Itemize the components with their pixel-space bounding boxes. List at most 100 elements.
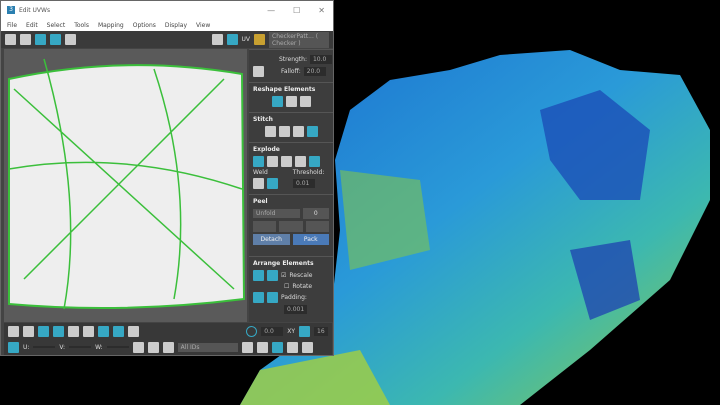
- shrink-select-icon[interactable]: [83, 325, 94, 337]
- rescale-label: Rescale: [289, 272, 313, 279]
- stitch-target-icon[interactable]: [306, 126, 318, 137]
- angle-field[interactable]: 0.0: [261, 326, 284, 336]
- peel-mode-icon[interactable]: [279, 221, 303, 232]
- strength-label: Strength:: [279, 56, 307, 63]
- menu-select[interactable]: Select: [47, 22, 66, 29]
- xy-toggle[interactable]: XY: [287, 328, 295, 335]
- flatten-by-material-icon[interactable]: [281, 156, 292, 167]
- grid-icon[interactable]: [211, 34, 223, 45]
- absolute-offset-icon[interactable]: [8, 341, 19, 353]
- freeze-icon[interactable]: [162, 341, 174, 353]
- falloff-field[interactable]: 20.0: [303, 67, 326, 76]
- material-ids-dropdown[interactable]: All IDs: [177, 342, 238, 352]
- rescale-checkbox[interactable]: ☑: [281, 272, 286, 279]
- flatten-icon[interactable]: [309, 156, 320, 167]
- u-field[interactable]: [33, 346, 56, 348]
- window-title: Edit UVWs: [19, 6, 51, 14]
- zoom-icon[interactable]: [256, 341, 268, 353]
- zoom-extents-icon[interactable]: [286, 341, 298, 353]
- maximize-button[interactable]: ☐: [293, 6, 300, 15]
- texture-icon[interactable]: [254, 34, 265, 45]
- reset-peel-button[interactable]: 0: [302, 208, 329, 219]
- ring-icon[interactable]: [113, 325, 124, 337]
- texture-dropdown[interactable]: CheckerPatt... ( Checker ): [269, 31, 329, 48]
- reset-view-icon[interactable]: [301, 341, 313, 353]
- u-label: U:: [23, 343, 30, 351]
- padding-field[interactable]: 0.001: [284, 305, 308, 314]
- relax-by-polygon-icon[interactable]: [299, 96, 311, 107]
- w-label: W:: [95, 343, 103, 351]
- grid-field[interactable]: 16: [314, 326, 328, 336]
- menu-view[interactable]: View: [196, 22, 210, 29]
- v-field[interactable]: [69, 346, 92, 348]
- edit-uvws-window: 3 Edit UVWs — ☐ ✕ File Edit Select Tools M…: [0, 0, 334, 356]
- menu-options[interactable]: Options: [133, 22, 156, 29]
- scale-icon[interactable]: [35, 34, 46, 45]
- close-button[interactable]: ✕: [318, 6, 325, 15]
- app-logo: 3: [7, 6, 15, 14]
- threshold-field[interactable]: 0.01: [293, 179, 315, 188]
- detach-button[interactable]: Detach: [253, 234, 290, 245]
- move-icon[interactable]: [5, 34, 16, 45]
- explode-heading[interactable]: Explode: [253, 146, 329, 153]
- bottom-toolbar-1: 0.0 XY 16: [4, 323, 332, 339]
- stitch-average-icon[interactable]: [292, 126, 304, 137]
- mirror-icon[interactable]: [65, 34, 76, 45]
- menu-file[interactable]: File: [7, 22, 17, 29]
- brush-icon[interactable]: [253, 66, 264, 77]
- menu-edit[interactable]: Edit: [26, 22, 38, 29]
- uv-label[interactable]: UV: [242, 36, 251, 43]
- weld-all-icon[interactable]: [267, 178, 278, 189]
- v-label: V:: [59, 343, 66, 351]
- straighten-icon[interactable]: [271, 96, 283, 107]
- w-field[interactable]: [106, 346, 129, 348]
- arrange-elements-heading[interactable]: Arrange Elements: [253, 260, 329, 267]
- pack-together-icon[interactable]: [253, 292, 264, 303]
- rotate-checkbox[interactable]: ☐: [284, 283, 289, 290]
- group-icon[interactable]: [267, 292, 278, 303]
- peel-heading[interactable]: Peel: [253, 198, 329, 205]
- element-mode-icon[interactable]: [53, 325, 64, 337]
- weld-selected-icon[interactable]: [253, 178, 264, 189]
- stitch-custom-icon[interactable]: [264, 126, 276, 137]
- uv-editor-viewport[interactable]: [4, 49, 247, 322]
- minimize-button[interactable]: —: [267, 6, 275, 15]
- checker-icon[interactable]: [226, 34, 238, 45]
- pelt-icon[interactable]: [305, 221, 329, 232]
- menu-display[interactable]: Display: [165, 22, 187, 29]
- menu-tools[interactable]: Tools: [74, 22, 89, 29]
- lock-icon[interactable]: [132, 341, 144, 353]
- polygon-mode-icon[interactable]: [38, 325, 49, 337]
- flatten-by-polygon-icon[interactable]: [295, 156, 306, 167]
- strength-field[interactable]: 10.0: [309, 55, 332, 64]
- side-panel: Strength: 10.0 Falloff: 20.0 Reshape Eleme…: [249, 49, 333, 322]
- quick-peel-icon[interactable]: [253, 221, 277, 232]
- weld-label: Weld: [253, 169, 268, 176]
- padding-label: Padding:: [281, 294, 307, 301]
- stitch-heading[interactable]: Stitch: [253, 116, 329, 123]
- top-toolbar: UV CheckerPatt... ( Checker ): [1, 31, 333, 48]
- bottom-toolbar-2: U: V: W: All IDs: [4, 339, 332, 355]
- pan-icon[interactable]: [241, 341, 253, 353]
- loop-icon[interactable]: [98, 325, 109, 337]
- zoom-region-icon[interactable]: [271, 341, 283, 353]
- paint-select-icon[interactable]: [128, 325, 139, 337]
- hide-icon[interactable]: [147, 341, 159, 353]
- break-icon[interactable]: [253, 156, 264, 167]
- grow-select-icon[interactable]: [68, 325, 79, 337]
- flatten-by-smoothing-icon[interactable]: [267, 156, 278, 167]
- unfold-dropdown[interactable]: Unfold: [253, 209, 300, 218]
- pack-button[interactable]: Pack: [292, 234, 329, 245]
- pack-custom-icon[interactable]: [267, 270, 278, 281]
- stitch-source-icon[interactable]: [278, 126, 290, 137]
- relax-icon[interactable]: [285, 96, 297, 107]
- freeform-icon[interactable]: [50, 34, 61, 45]
- reshape-elements-heading[interactable]: Reshape Elements: [253, 86, 329, 93]
- angle-icon[interactable]: [246, 325, 258, 337]
- grid-snap-icon[interactable]: [299, 325, 310, 337]
- vertex-mode-icon[interactable]: [8, 325, 19, 337]
- pack-normalize-icon[interactable]: [253, 270, 264, 281]
- menu-mapping[interactable]: Mapping: [98, 22, 124, 29]
- edge-mode-icon[interactable]: [23, 325, 34, 337]
- rotate-icon[interactable]: [20, 34, 31, 45]
